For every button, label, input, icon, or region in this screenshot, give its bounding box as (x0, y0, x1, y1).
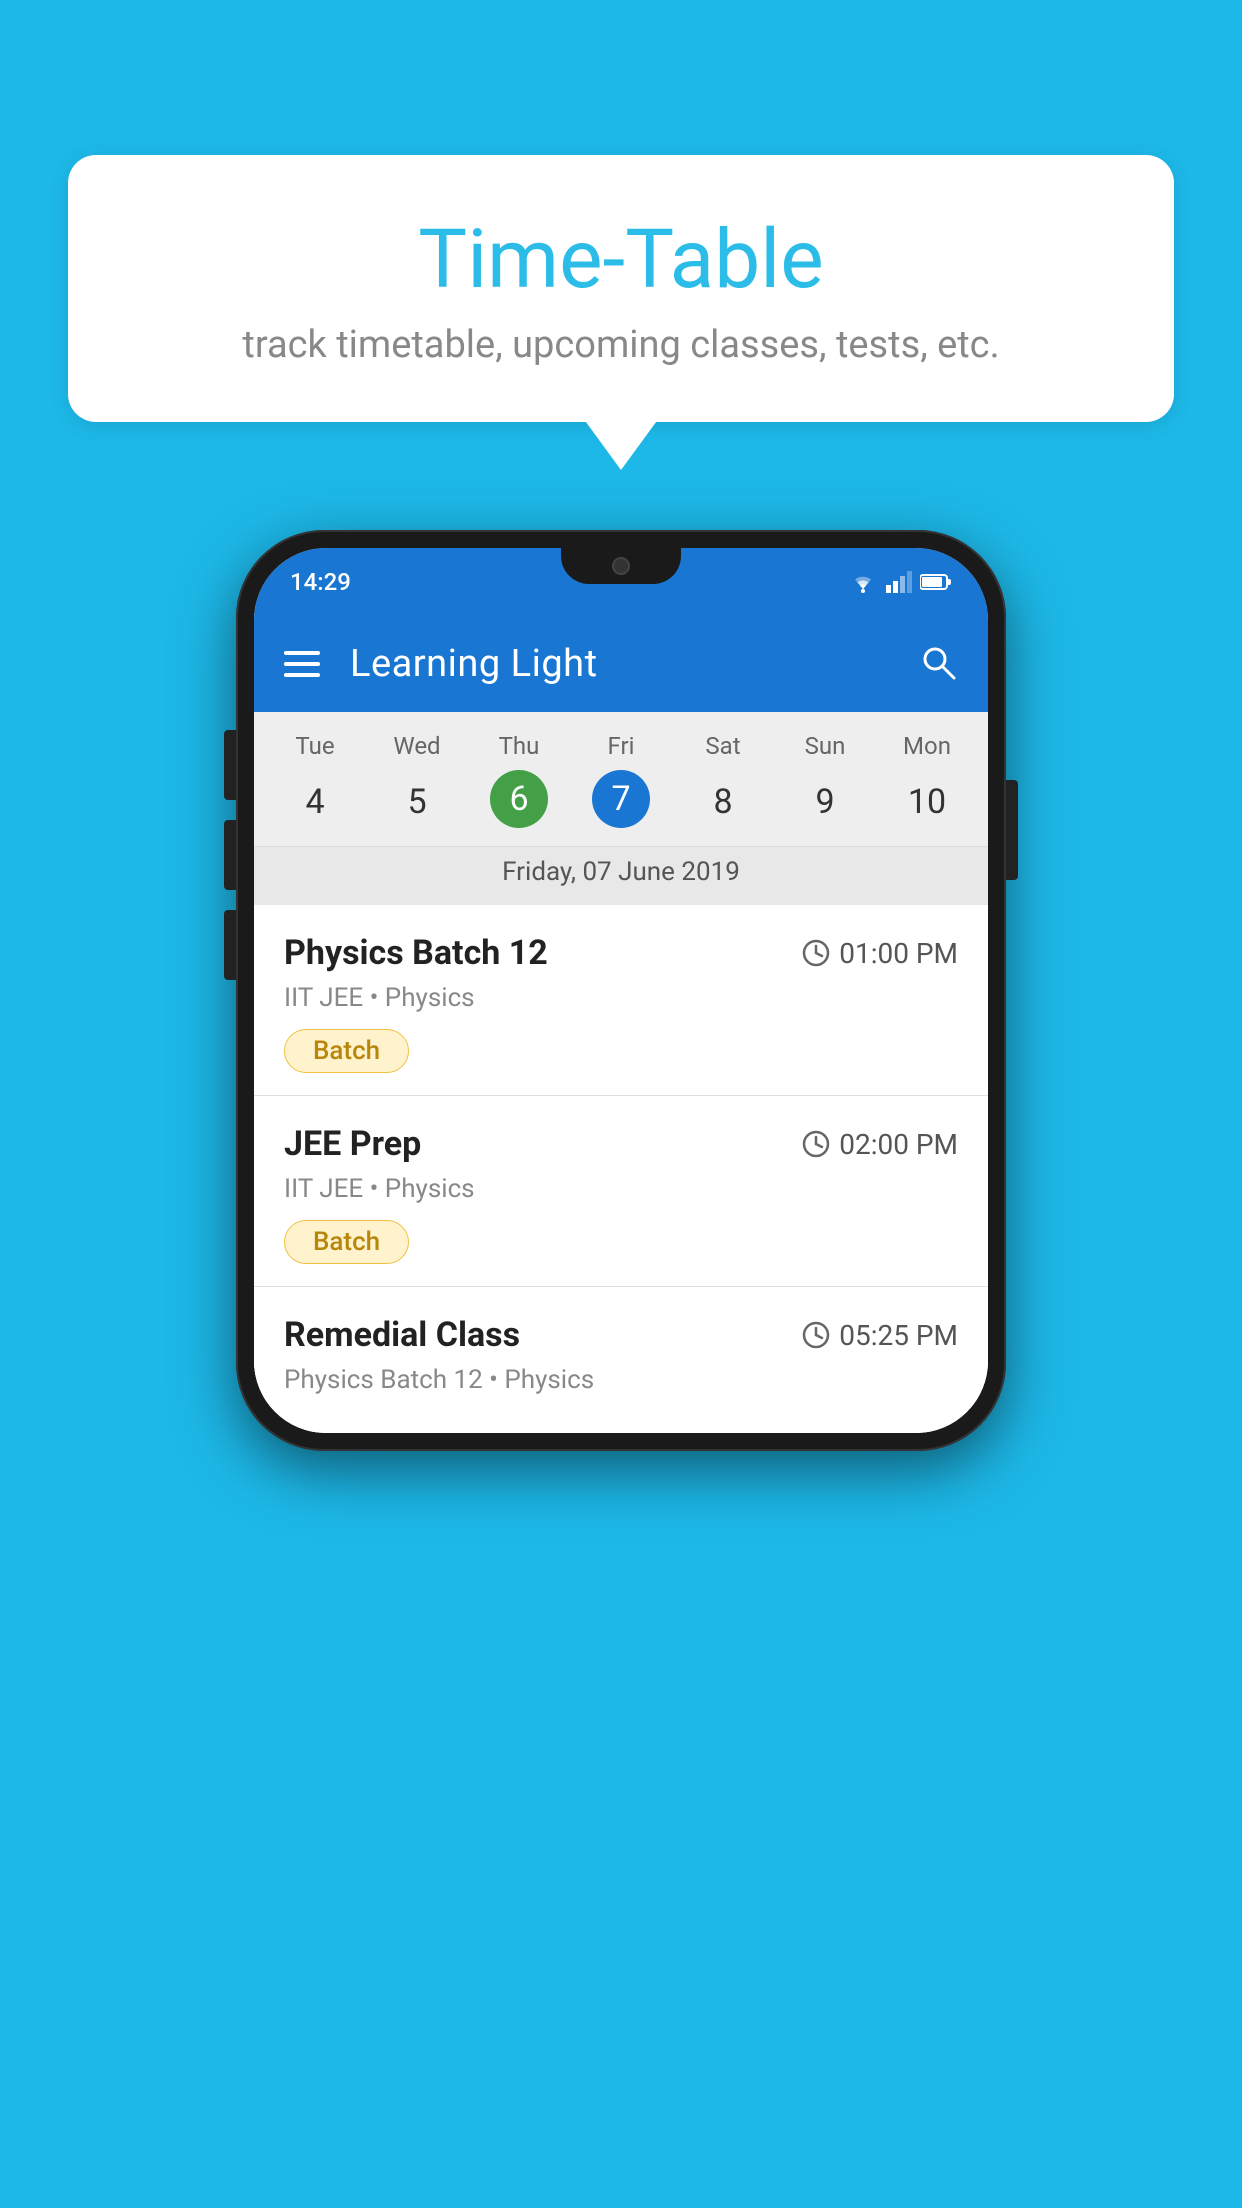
day-header-mon: Mon (876, 732, 978, 770)
class-subtitle-1: IIT JEE • Physics (284, 983, 958, 1013)
hamburger-line-3 (284, 673, 320, 677)
day-header-thu: Thu (468, 732, 570, 770)
notch (561, 548, 681, 584)
day-6-today[interactable]: 6 (490, 770, 548, 828)
hamburger-menu-button[interactable] (284, 651, 320, 677)
clock-icon-3 (801, 1320, 831, 1350)
search-icon (918, 642, 958, 682)
speech-bubble-title: Time-Table (118, 215, 1124, 305)
day-numbers: 4 5 6 7 8 9 10 (254, 770, 988, 846)
day-header-sat: Sat (672, 732, 774, 770)
class-item-3[interactable]: Remedial Class 05:25 PM Physics Batch 12… (254, 1287, 988, 1433)
day-headers: Tue Wed Thu Fri Sat Sun Mon (254, 732, 988, 770)
class-item-header-3: Remedial Class 05:25 PM (284, 1315, 958, 1355)
class-item-header-2: JEE Prep 02:00 PM (284, 1124, 958, 1164)
hamburger-line-2 (284, 662, 320, 666)
day-header-fri: Fri (570, 732, 672, 770)
day-5[interactable]: 5 (366, 770, 468, 834)
speech-bubble-card: Time-Table track timetable, upcoming cla… (68, 155, 1174, 422)
day-header-wed: Wed (366, 732, 468, 770)
class-time-3: 05:25 PM (801, 1319, 958, 1352)
class-time-2: 02:00 PM (801, 1128, 958, 1161)
class-time-1: 01:00 PM (801, 937, 958, 970)
status-icons (848, 571, 952, 593)
app-bar: Learning Light (254, 616, 988, 712)
signal-icon (886, 571, 912, 593)
calendar-strip: Tue Wed Thu Fri Sat Sun Mon 4 5 6 7 8 9 … (254, 712, 988, 905)
class-item-2[interactable]: JEE Prep 02:00 PM IIT JEE • Physics Batc… (254, 1096, 988, 1287)
hamburger-line-1 (284, 651, 320, 655)
day-4[interactable]: 4 (264, 770, 366, 834)
clock-icon-2 (801, 1129, 831, 1159)
day-8[interactable]: 8 (672, 770, 774, 834)
status-bar: 14:29 (254, 548, 988, 616)
selected-date-label: Friday, 07 June 2019 (254, 846, 988, 905)
class-list: Physics Batch 12 01:00 PM IIT JEE • Phys… (254, 905, 988, 1433)
battery-icon (920, 573, 952, 591)
class-name-2: JEE Prep (284, 1124, 421, 1164)
status-time: 14:29 (290, 568, 351, 596)
search-button[interactable] (918, 642, 958, 686)
class-item-header-1: Physics Batch 12 01:00 PM (284, 933, 958, 973)
wifi-icon (848, 571, 878, 593)
batch-tag-1: Batch (284, 1029, 409, 1073)
app-title: Learning Light (350, 642, 888, 686)
phone-screen: 14:29 (254, 548, 988, 1433)
class-item-1[interactable]: Physics Batch 12 01:00 PM IIT JEE • Phys… (254, 905, 988, 1096)
phone-wrapper: 14:29 (236, 530, 1006, 1451)
batch-tag-2: Batch (284, 1220, 409, 1264)
day-9[interactable]: 9 (774, 770, 876, 834)
day-7-selected[interactable]: 7 (592, 770, 650, 828)
class-subtitle-3: Physics Batch 12 • Physics (284, 1365, 958, 1395)
phone-shell: 14:29 (236, 530, 1006, 1451)
camera-dot (612, 557, 630, 575)
speech-bubble-subtitle: track timetable, upcoming classes, tests… (118, 323, 1124, 367)
day-10[interactable]: 10 (876, 770, 978, 834)
clock-icon-1 (801, 938, 831, 968)
class-name-3: Remedial Class (284, 1315, 520, 1355)
day-header-tue: Tue (264, 732, 366, 770)
class-name-1: Physics Batch 12 (284, 933, 548, 973)
day-header-sun: Sun (774, 732, 876, 770)
class-subtitle-2: IIT JEE • Physics (284, 1174, 958, 1204)
